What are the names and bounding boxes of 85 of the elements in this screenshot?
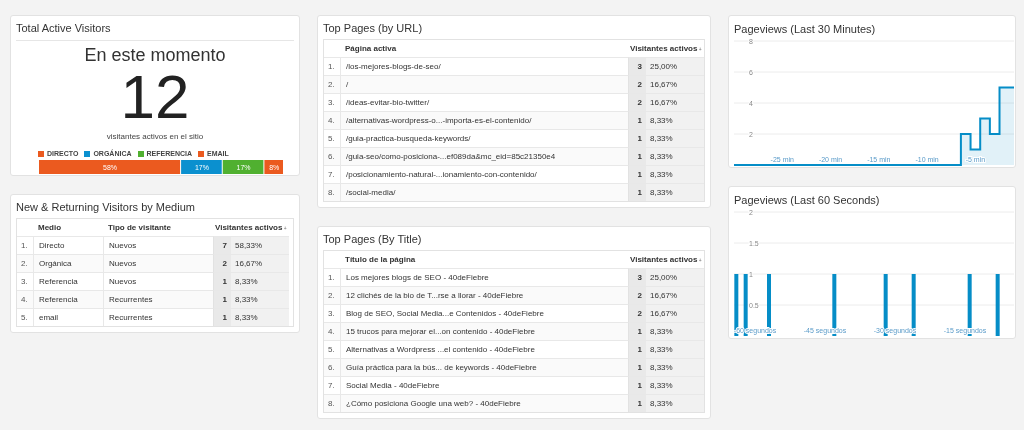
percent-cell: 16,67% <box>646 286 704 304</box>
table-cell: /social-media/ <box>340 183 628 201</box>
count-cell: 2 <box>628 304 646 322</box>
table-cell: / <box>340 75 628 93</box>
column-header[interactable]: Visitantes activos <box>215 223 283 232</box>
row-number: 6. <box>324 358 340 376</box>
percent-cell: 8,33% <box>231 308 289 326</box>
table-cell: email <box>33 308 103 326</box>
count-cell: 1 <box>213 308 231 326</box>
count-cell: 1 <box>628 358 646 376</box>
percent-cell: 16,67% <box>646 93 704 111</box>
percent-cell: 8,33% <box>646 165 704 183</box>
count-cell: 2 <box>628 75 646 93</box>
bar <box>743 274 748 336</box>
count-cell: 1 <box>628 183 646 201</box>
percent-cell: 8,33% <box>231 272 289 290</box>
percent-cell: 16,67% <box>231 254 289 272</box>
row-number: 5. <box>17 308 33 326</box>
count-cell: 1 <box>628 376 646 394</box>
card-title: Top Pages (By Title) <box>323 232 423 247</box>
count-cell: 1 <box>213 290 231 308</box>
count-cell: 1 <box>628 147 646 165</box>
count-cell: 1 <box>628 165 646 183</box>
table-cell: /alternativas-wordpress-o...-importa-es-el-contenido/ <box>340 111 628 129</box>
percent-cell: 8,33% <box>646 183 704 201</box>
card-title: New & Returning Visitors by Medium <box>16 200 196 215</box>
percent-cell: 8,33% <box>231 290 289 308</box>
card-title: Pageviews (Last 30 Minutes) <box>734 22 877 37</box>
percent-cell: 16,67% <box>646 75 704 93</box>
percent-cell: 8,33% <box>646 111 704 129</box>
count-cell: 1 <box>628 111 646 129</box>
count-cell: 1 <box>628 340 646 358</box>
column-header[interactable]: Medio <box>33 219 103 236</box>
row-number: 2. <box>17 254 33 272</box>
percent-cell: 25,00% <box>646 57 704 75</box>
column-header[interactable]: Visitantes activos <box>630 44 698 53</box>
percent-cell: 16,67% <box>646 304 704 322</box>
caption: visitantes activos en el sitio <box>106 132 204 141</box>
column-header[interactable]: Visitantes activos <box>630 255 698 264</box>
card-title: Top Pages (by URL) <box>323 21 424 36</box>
count-cell: 2 <box>628 286 646 304</box>
row-number: 6. <box>324 147 340 165</box>
percent-cell: 8,33% <box>646 340 704 358</box>
column-header[interactable]: Tipo de visitante <box>103 219 213 236</box>
percent-cell: 8,33% <box>646 322 704 340</box>
count-cell: 1 <box>213 272 231 290</box>
table-cell: Orgánica <box>33 254 103 272</box>
row-number: 8. <box>324 394 340 412</box>
count-cell: 2 <box>628 93 646 111</box>
bar <box>995 274 1000 336</box>
percent-cell: 25,00% <box>646 268 704 286</box>
table-cell: Nuevos <box>103 254 213 272</box>
card-title: Pageviews (Last 60 Seconds) <box>734 193 881 208</box>
column-header[interactable]: Título de la página <box>340 251 628 268</box>
percent-cell: 8,33% <box>646 394 704 412</box>
count-cell: 7 <box>213 236 231 254</box>
percent-cell: 8,33% <box>646 129 704 147</box>
table-cell: Guía práctica para la bús... de keywords - 40deFiebre <box>340 358 628 376</box>
table-cell: /guia-seo/como-posiciona-...ef089da&mc_eid=85c21350e4 <box>340 147 628 165</box>
card-title: Total Active Visitors <box>16 16 294 41</box>
count-cell: 3 <box>628 268 646 286</box>
percent-cell: 58,33% <box>231 236 289 254</box>
count-cell: 3 <box>628 57 646 75</box>
percent-cell: 8,33% <box>646 376 704 394</box>
bar <box>883 274 888 336</box>
table-cell: Recurrentes <box>103 290 213 308</box>
row-number: 2. <box>324 75 340 93</box>
table-cell: 15 trucos para mejorar el...on contenido - 40deFiebre <box>340 322 628 340</box>
percent-cell: 8,33% <box>646 358 704 376</box>
column-header[interactable]: Página activa <box>340 40 628 57</box>
row-number: 4. <box>324 111 340 129</box>
row-number: 8. <box>324 183 340 201</box>
table-cell: 12 clichés de la bio de T...rse a llorar - 40deFiebre <box>340 286 628 304</box>
row-number: 4. <box>17 290 33 308</box>
row-number: 2. <box>324 286 340 304</box>
row-number: 4. <box>324 322 340 340</box>
table-cell: ¿Cómo posiciona Google una web? - 40deFiebre <box>340 394 628 412</box>
visitor-count: 12 <box>120 66 190 128</box>
count-cell: 1 <box>628 394 646 412</box>
count-cell: 2 <box>213 254 231 272</box>
table-cell: Referencia <box>33 290 103 308</box>
percent-cell: 8,33% <box>646 147 704 165</box>
count-cell: 1 <box>628 322 646 340</box>
count-cell: 1 <box>628 129 646 147</box>
heading: En este momento <box>84 45 226 65</box>
